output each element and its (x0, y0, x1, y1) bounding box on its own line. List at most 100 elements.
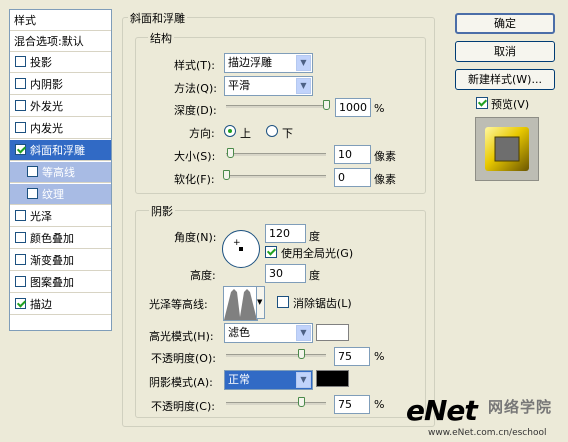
style-item[interactable]: 外发光 (10, 96, 111, 117)
style-item[interactable]: 光泽 (10, 206, 111, 227)
style-item[interactable]: 纹理 (10, 184, 111, 205)
style-item-checkbox[interactable] (27, 166, 38, 177)
style-item-checkbox[interactable] (15, 232, 26, 243)
styles-list: 样式 混合选项:默认 投影内阴影外发光内发光斜面和浮雕等高线纹理光泽颜色叠加渐变… (9, 9, 112, 331)
style-item-label: 等高线 (42, 166, 75, 179)
style-item[interactable]: 等高线 (10, 162, 111, 183)
gloss-contour-label: 光泽等高线: (149, 298, 208, 311)
style-item[interactable]: 描边 (10, 294, 111, 315)
style-item-label: 渐变叠加 (30, 254, 74, 267)
style-item-checkbox[interactable] (15, 298, 26, 309)
highlight-mode-select[interactable]: 滤色 ▼ (224, 323, 313, 343)
style-item-label: 图案叠加 (30, 276, 74, 289)
style-item[interactable]: 内阴影 (10, 74, 111, 95)
new-style-button[interactable]: 新建样式(W)... (455, 69, 555, 90)
highlight-opacity-unit: % (374, 350, 385, 363)
style-item-checkbox[interactable] (27, 188, 38, 199)
depth-label: 深度(D): (174, 104, 217, 117)
global-light-checkbox[interactable] (265, 246, 277, 258)
technique-select[interactable]: 平滑 ▼ (224, 76, 313, 96)
depth-input[interactable]: 1000 (335, 98, 371, 117)
shadow-opacity-thumb[interactable] (298, 397, 305, 407)
highlight-opacity-thumb[interactable] (298, 349, 305, 359)
chevron-down-icon: ▼ (296, 55, 311, 71)
anti-alias-checkbox[interactable] (277, 296, 289, 308)
gloss-contour-dropdown[interactable]: ▼ (256, 286, 265, 319)
watermark-cn: 网络学院 (488, 398, 553, 416)
angle-input[interactable]: 120 (265, 224, 306, 243)
technique-label: 方法(Q): (174, 82, 217, 95)
chevron-down-icon: ▼ (296, 372, 311, 388)
technique-select-value: 平滑 (228, 79, 250, 92)
depth-slider-track[interactable] (226, 105, 326, 108)
size-label: 大小(S): (174, 150, 216, 163)
soften-label: 软化(F): (174, 173, 215, 186)
altitude-unit: 度 (309, 269, 320, 282)
highlight-mode-value: 滤色 (228, 326, 250, 339)
crosshair-icon: + (233, 238, 241, 248)
contour-curve-icon (224, 289, 257, 320)
cancel-button[interactable]: 取消 (455, 41, 555, 62)
shadow-mode-select[interactable]: 正常 ▼ (224, 370, 313, 390)
direction-up-label: 上 (240, 127, 251, 140)
style-item-checkbox[interactable] (15, 144, 26, 155)
highlight-opacity-track[interactable] (226, 354, 326, 357)
highlight-color-swatch[interactable] (316, 324, 349, 341)
soften-unit: 像素 (374, 173, 396, 186)
style-item-checkbox[interactable] (15, 122, 26, 133)
angle-unit: 度 (309, 230, 320, 243)
blending-options-item[interactable]: 混合选项:默认 (10, 31, 111, 52)
direction-down-radio[interactable] (266, 125, 278, 137)
highlight-opacity-input[interactable]: 75 (334, 347, 370, 366)
style-item-label: 斜面和浮雕 (30, 144, 85, 157)
style-item[interactable]: 内发光 (10, 118, 111, 139)
style-item[interactable]: 图案叠加 (10, 272, 111, 293)
style-preview-thumbnail (475, 117, 539, 181)
ok-button[interactable]: 确定 (455, 13, 555, 34)
style-item-label: 投影 (30, 56, 52, 69)
size-slider-track[interactable] (226, 153, 326, 156)
depth-unit: % (374, 102, 385, 115)
style-item-checkbox[interactable] (15, 254, 26, 265)
direction-up-radio[interactable] (224, 125, 236, 137)
style-item[interactable]: 投影 (10, 52, 111, 73)
style-item-checkbox[interactable] (15, 210, 26, 221)
soften-input[interactable]: 0 (334, 168, 371, 187)
style-item-checkbox[interactable] (15, 100, 26, 111)
shadow-opacity-input[interactable]: 75 (334, 395, 370, 414)
style-item-label: 颜色叠加 (30, 232, 74, 245)
shadow-opacity-unit: % (374, 398, 385, 411)
size-slider-thumb[interactable] (227, 148, 234, 158)
style-item-checkbox[interactable] (15, 276, 26, 287)
styles-header[interactable]: 样式 (10, 10, 111, 31)
watermark-url: www.eNet.com.cn/eschool (428, 428, 547, 438)
style-item-label: 内发光 (30, 122, 63, 135)
watermark-brand: eNet (406, 394, 478, 427)
soften-slider-track[interactable] (226, 175, 326, 178)
structure-title: 结构 (148, 30, 174, 46)
size-unit: 像素 (374, 150, 396, 163)
style-item[interactable]: 斜面和浮雕 (10, 140, 111, 161)
angle-dial[interactable]: + (222, 230, 260, 268)
style-select[interactable]: 描边浮雕 ▼ (224, 53, 313, 73)
shadow-mode-label: 阴影模式(A): (149, 376, 213, 389)
preview-checkbox[interactable] (476, 97, 488, 109)
style-item-label: 纹理 (42, 188, 64, 201)
direction-down-label: 下 (282, 127, 293, 140)
altitude-label: 高度: (190, 269, 216, 282)
altitude-input[interactable]: 30 (265, 264, 306, 283)
style-label: 样式(T): (174, 59, 216, 72)
style-item[interactable]: 渐变叠加 (10, 250, 111, 271)
size-input[interactable]: 10 (334, 145, 371, 164)
global-light-label: 使用全局光(G) (281, 247, 354, 260)
shadow-color-swatch[interactable] (316, 370, 349, 387)
shadow-mode-value: 正常 (228, 373, 250, 386)
style-item-checkbox[interactable] (15, 78, 26, 89)
style-item-label: 内阴影 (30, 78, 63, 91)
style-item[interactable]: 颜色叠加 (10, 228, 111, 249)
depth-slider-thumb[interactable] (323, 100, 330, 110)
style-item-checkbox[interactable] (15, 56, 26, 67)
soften-slider-thumb[interactable] (223, 170, 230, 180)
gloss-contour-preview[interactable] (223, 286, 258, 321)
shadow-opacity-track[interactable] (226, 402, 326, 405)
